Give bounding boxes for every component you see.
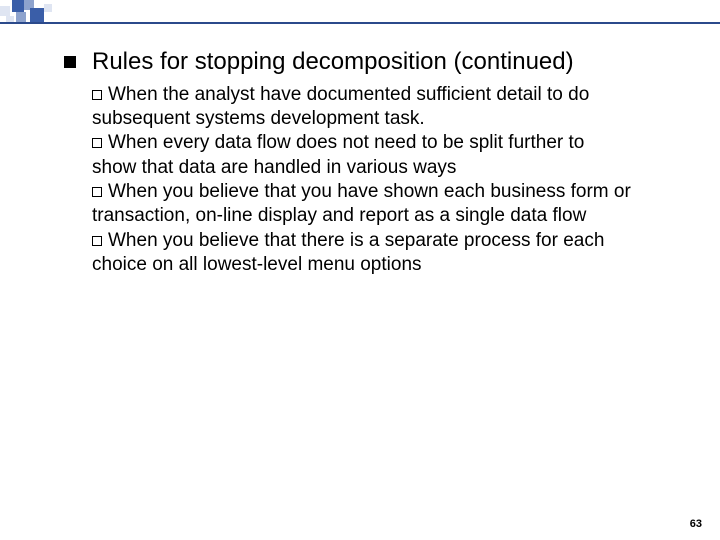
sub-text: When every data flow does not need to be…	[92, 132, 584, 177]
sub-item: When you believe that there is a separat…	[92, 229, 632, 278]
header-rule	[0, 22, 720, 24]
sub-bullets: When the analyst have documented suffici…	[92, 83, 632, 278]
sub-text: When you believe that you have shown eac…	[92, 181, 631, 226]
hollow-bullet-icon	[92, 138, 102, 148]
sub-item: When the analyst have documented suffici…	[92, 83, 632, 132]
title-row: Rules for stopping decomposition (contin…	[64, 48, 672, 77]
sub-text: When the analyst have documented suffici…	[92, 84, 589, 129]
hollow-bullet-icon	[92, 236, 102, 246]
sub-item: When every data flow does not need to be…	[92, 131, 632, 180]
slide-content: Rules for stopping decomposition (contin…	[64, 48, 672, 277]
hollow-bullet-icon	[92, 187, 102, 197]
sub-item: When you believe that you have shown eac…	[92, 180, 632, 229]
slide-title: Rules for stopping decomposition (contin…	[92, 48, 574, 77]
page-number: 63	[690, 518, 702, 530]
bullet-icon	[64, 56, 76, 68]
hollow-bullet-icon	[92, 90, 102, 100]
sub-text: When you believe that there is a separat…	[92, 230, 604, 275]
